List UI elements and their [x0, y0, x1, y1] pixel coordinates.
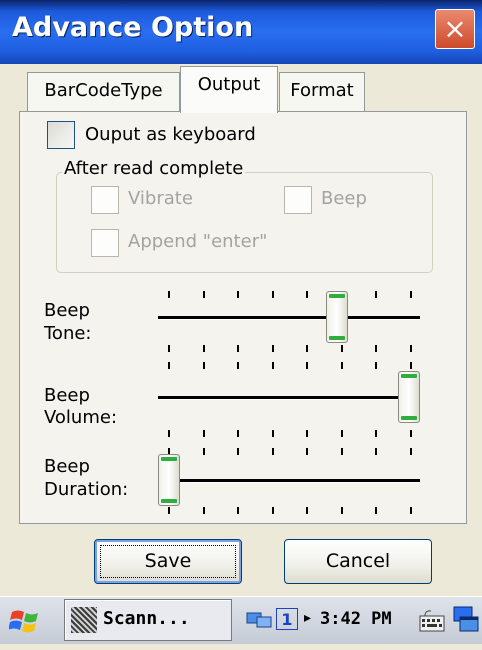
duration-slider-thumb[interactable]: [158, 454, 180, 506]
volume-slider-track[interactable]: [158, 396, 420, 400]
vibrate-checkbox[interactable]: [91, 186, 119, 214]
volume-slider-thumb[interactable]: [398, 371, 420, 423]
title-bar: Advance Option ×: [0, 0, 482, 64]
windows-flag-icon: [8, 610, 38, 633]
cancel-button-label: Cancel: [325, 550, 391, 572]
tab-output[interactable]: Output: [180, 66, 278, 113]
close-icon: ×: [443, 12, 467, 45]
tab-format-label: Format: [290, 80, 354, 101]
input-method-indicator[interactable]: 1: [276, 608, 298, 630]
tab-format[interactable]: Format: [279, 72, 365, 112]
tray-arrow-icon: ▸: [304, 610, 312, 626]
scanner-app-icon: [71, 607, 97, 633]
tab-barcodetype[interactable]: BarCodeType: [27, 72, 180, 112]
append-enter-checkbox[interactable]: [91, 229, 119, 257]
taskbar-app-scanner[interactable]: Scann...: [64, 599, 232, 641]
desktop-switch-icon[interactable]: [452, 605, 480, 635]
system-tray: 1 ▸ 3:42 PM: [238, 599, 482, 641]
tab-barcodetype-label: BarCodeType: [44, 80, 163, 101]
save-button[interactable]: Save: [94, 539, 242, 584]
network-icon[interactable]: [246, 609, 272, 629]
keyboard-icon[interactable]: [419, 607, 445, 633]
duration-slider-track[interactable]: [158, 479, 420, 483]
close-button[interactable]: ×: [435, 9, 475, 49]
tone-slider-track[interactable]: [158, 316, 420, 320]
taskbar-clock[interactable]: 3:42 PM: [320, 609, 392, 629]
tone-slider-thumb[interactable]: [326, 291, 348, 343]
save-button-focus-ring: [100, 545, 236, 578]
tab-output-label: Output: [197, 74, 261, 95]
window-title: Advance Option: [12, 12, 254, 43]
taskbar-app-label: Scann...: [103, 608, 190, 629]
taskbar: Scann... 1 ▸ 3:42 PM: [0, 596, 482, 644]
output-as-keyboard-checkbox[interactable]: [47, 121, 75, 149]
beep-checkbox[interactable]: [284, 186, 312, 214]
start-button[interactable]: [6, 601, 46, 641]
cancel-button[interactable]: Cancel: [284, 539, 432, 584]
